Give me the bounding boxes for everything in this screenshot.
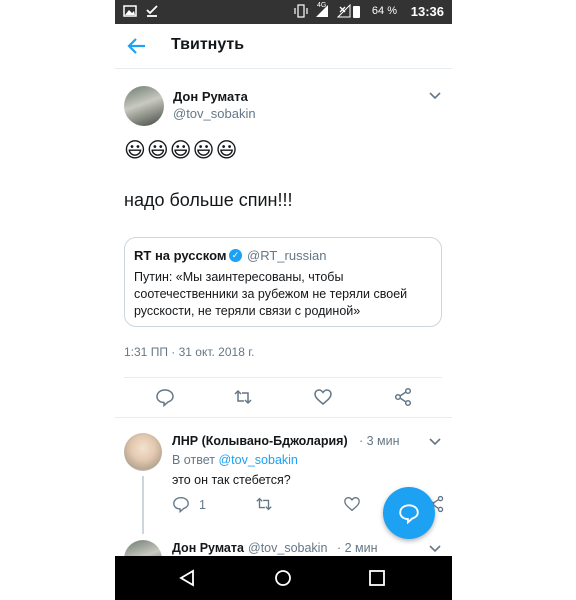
tweet-timestamp: 1:31 ПП · 31 окт. 2018 г. [124,345,255,359]
retweet-icon[interactable] [255,495,273,513]
reply-to-mention[interactable]: @tov_sobakin [218,453,297,467]
chevron-down-icon[interactable] [428,434,442,448]
compose-reply-icon [399,504,419,524]
page-title: Твитнуть [171,36,245,53]
reply-count: 1 [199,498,206,512]
gallery-icon [123,5,137,17]
reply-time: · 3 мин [359,434,400,448]
heart-icon[interactable] [343,495,361,513]
emoji-row: 😃😃😃😃😃 [124,139,239,162]
share-icon[interactable] [393,387,413,407]
reply-author-name[interactable]: ЛНР (Колывано-Бджолария) [172,434,348,448]
quote-author-handle: @RT_russian [247,248,327,263]
quoted-tweet[interactable]: RT на русском ✓ @RT_russian Путин: «Мы з… [124,237,442,327]
heart-icon[interactable] [313,387,333,407]
nav-recent-apps-icon[interactable] [368,569,386,587]
status-bar: 4G 64 % 13:36 [115,0,452,24]
chevron-down-icon[interactable] [428,541,442,555]
clock: 13:36 [410,4,444,19]
reply-to-prefix: В ответ [172,453,215,467]
reply-to-line: В ответ @tov_sobakin [172,453,298,467]
battery-icon [353,6,360,18]
compose-reply-button[interactable] [383,487,435,539]
tweet-text: надо больше спин!!! [124,190,293,210]
reply-author-name[interactable]: Дон Румата [172,541,244,555]
arrow-left-icon[interactable] [125,34,149,58]
reply-author-handle[interactable]: @tov_sobakin [248,541,327,555]
reply-text: это он так стебется? [172,473,291,487]
chevron-down-icon[interactable] [428,88,442,102]
verified-icon: ✓ [229,249,242,262]
divider [115,417,452,418]
reply-icon[interactable] [155,387,175,407]
signal-off-icon [337,4,351,18]
reply-time: · 2 мин [337,541,378,555]
nav-back-icon[interactable] [177,568,197,588]
retweet-icon[interactable] [233,387,253,407]
quote-author-name: RT на русском [134,248,227,263]
app-header: Твитнуть [115,24,452,69]
thread-line [142,476,144,534]
reply-icon[interactable] [172,495,190,513]
author-handle[interactable]: @tov_sobakin [173,106,256,121]
vibrate-icon [294,4,308,18]
phone-screen: 4G 64 % 13:36 Твитнуть Дон Румата @tov_s… [115,0,452,600]
nav-home-icon[interactable] [273,568,293,588]
avatar[interactable] [124,86,164,126]
download-done-icon [146,5,158,17]
author-name[interactable]: Дон Румата [173,89,248,104]
quote-text: Путин: «Мы заинтересованы, чтобы соотече… [134,270,408,318]
signal-icon [316,5,328,17]
system-nav-bar [115,556,452,600]
avatar[interactable] [124,433,162,471]
divider [124,377,442,378]
battery-level: 64 % [371,5,397,17]
